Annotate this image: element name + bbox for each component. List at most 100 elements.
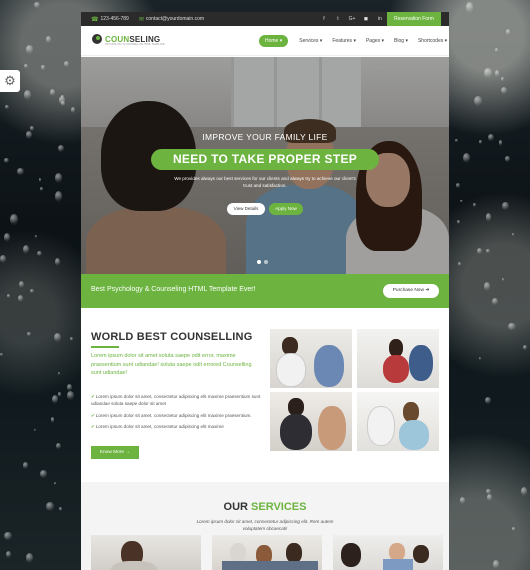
rain-drop bbox=[477, 248, 483, 255]
gallery-photo[interactable] bbox=[357, 329, 439, 388]
rain-drop bbox=[487, 133, 494, 141]
instagram-icon[interactable]: ◼ bbox=[359, 16, 373, 22]
hero-slider: Improve your family life NEED TO TAKE PR… bbox=[81, 57, 449, 279]
rain-drop bbox=[25, 553, 33, 563]
service-card[interactable] bbox=[333, 535, 443, 570]
rain-drop bbox=[502, 202, 509, 211]
rain-drop bbox=[5, 105, 9, 110]
check-text: Lorem ipsum dolor sit amet, consectetur … bbox=[95, 412, 252, 418]
services-description: Lorem ipsum dolor sit amet, consectetur … bbox=[196, 519, 334, 531]
know-more-button[interactable]: Know More → bbox=[91, 446, 139, 459]
view-details-button[interactable]: View Details bbox=[227, 203, 265, 215]
site-header: COUNSELING PSYCHOLOGY & COUNSELLING HTML… bbox=[81, 26, 449, 56]
about-checklist: ✔Lorem ipsum dolor sit amet, consectetur… bbox=[91, 393, 263, 435]
slider-dot[interactable] bbox=[264, 260, 268, 264]
nav-services[interactable]: Services ▾ bbox=[299, 38, 322, 44]
rain-drop bbox=[22, 244, 29, 255]
email-text[interactable]: contact@yourdomain.com bbox=[146, 16, 204, 22]
service-card-figure bbox=[341, 543, 361, 567]
email-info[interactable]: ✉ contact@yourdomain.com bbox=[139, 16, 204, 23]
rain-drop bbox=[486, 493, 493, 501]
phone-info: ☎ 123-456-789 bbox=[91, 16, 129, 23]
rain-drop bbox=[25, 45, 34, 54]
facebook-icon[interactable]: f bbox=[317, 16, 331, 22]
rain-drop bbox=[484, 68, 492, 79]
rain-drop bbox=[484, 396, 492, 404]
gallery-photo[interactable] bbox=[270, 329, 352, 388]
slider-dots bbox=[257, 260, 271, 264]
rain-drop bbox=[57, 392, 61, 397]
rain-drop bbox=[3, 233, 10, 242]
rain-drop bbox=[52, 394, 59, 404]
rain-drop bbox=[39, 178, 42, 182]
list-item: ✔Lorem ipsum dolor sit amet, consectetur… bbox=[91, 393, 263, 407]
check-circle-icon: ✔ bbox=[91, 412, 95, 418]
service-card[interactable] bbox=[91, 535, 201, 570]
rain-drop bbox=[3, 158, 9, 164]
phone-text: 123-456-789 bbox=[100, 16, 129, 22]
rain-drop bbox=[55, 442, 61, 450]
services-title: OUR SERVICES bbox=[81, 501, 449, 513]
rain-drop bbox=[501, 87, 508, 94]
rain-drop bbox=[511, 526, 515, 531]
social-links: f t G+ ◼ in bbox=[317, 12, 387, 26]
gear-icon[interactable]: ⚙ bbox=[0, 70, 20, 92]
linkedin-icon[interactable]: in bbox=[373, 16, 387, 22]
rain-drop bbox=[459, 497, 466, 505]
slider-dot[interactable] bbox=[257, 260, 261, 264]
rain-drop bbox=[5, 550, 11, 558]
reservation-form-button[interactable]: Reservation Form bbox=[387, 12, 441, 26]
rain-drop bbox=[6, 294, 11, 298]
rain-drop bbox=[29, 126, 35, 131]
check-circle-icon: ✔ bbox=[91, 424, 95, 429]
rain-drop bbox=[10, 213, 18, 225]
gallery-photo-figure bbox=[403, 402, 419, 422]
site-logo[interactable]: COUNSELING PSYCHOLOGY & COUNSELLING HTML… bbox=[92, 34, 165, 46]
nav-features[interactable]: Features ▾ bbox=[332, 38, 356, 44]
logo-tagline: PSYCHOLOGY & COUNSELLING HTML TEMPLATE bbox=[105, 43, 165, 46]
list-item: ✔Lorem ipsum dolor sit amet, consectetur… bbox=[91, 423, 263, 430]
rain-drop bbox=[33, 2, 40, 9]
rain-drop bbox=[478, 140, 483, 144]
rain-drop bbox=[504, 156, 511, 163]
service-card-figure bbox=[286, 543, 302, 563]
rain-drop bbox=[40, 186, 44, 192]
rain-drop bbox=[23, 462, 28, 469]
rain-drop bbox=[33, 428, 36, 432]
twitter-icon[interactable]: t bbox=[331, 16, 345, 22]
nav-shortcodes[interactable]: Shortcodes ▾ bbox=[418, 38, 447, 44]
apply-now-button[interactable]: Apply Now bbox=[269, 203, 303, 215]
list-item: ✔Lorem ipsum dolor sit amet, consectetur… bbox=[91, 412, 263, 419]
gallery-photo-figure bbox=[314, 345, 344, 387]
rain-drop bbox=[457, 261, 461, 266]
main-nav: Home ▾ Services ▾ Features ▾ Pages ▾ Blo… bbox=[259, 26, 449, 56]
gallery-photo-figure bbox=[399, 420, 429, 450]
title-underline bbox=[91, 346, 119, 348]
gallery-photo[interactable] bbox=[357, 392, 439, 451]
cta-text: Best Psychology & Counseling HTML Templa… bbox=[91, 286, 256, 293]
nav-pages[interactable]: Pages ▾ bbox=[366, 38, 384, 44]
rain-drop bbox=[24, 63, 29, 68]
google-plus-icon[interactable]: G+ bbox=[345, 16, 359, 22]
rain-drop bbox=[25, 131, 32, 140]
envelope-icon: ✉ bbox=[138, 16, 144, 23]
rain-drop bbox=[486, 488, 492, 494]
check-circle-icon: ✔ bbox=[91, 394, 95, 399]
rain-drop bbox=[485, 213, 491, 222]
purchase-now-button[interactable]: Purchase Now ➜ bbox=[383, 284, 439, 298]
gallery-photo[interactable] bbox=[270, 392, 352, 451]
services-title-prefix: OUR bbox=[223, 501, 252, 513]
rain-drop bbox=[17, 167, 24, 175]
about-lead-text: Lorem ipsum dolor sit amet soluta saepe … bbox=[91, 353, 252, 376]
rain-drop bbox=[511, 233, 515, 237]
service-card-figure bbox=[230, 543, 246, 563]
service-card[interactable] bbox=[212, 535, 322, 570]
hero-title: NEED TO TAKE PROPER STEP bbox=[151, 149, 379, 170]
gallery-photo-figure bbox=[280, 414, 312, 450]
service-card-figure bbox=[111, 561, 157, 570]
nav-blog[interactable]: Blog ▾ bbox=[394, 38, 408, 44]
nav-home[interactable]: Home ▾ bbox=[259, 35, 289, 47]
rain-drop bbox=[463, 153, 471, 163]
service-card-figure bbox=[222, 561, 318, 570]
rain-drop bbox=[494, 70, 500, 77]
